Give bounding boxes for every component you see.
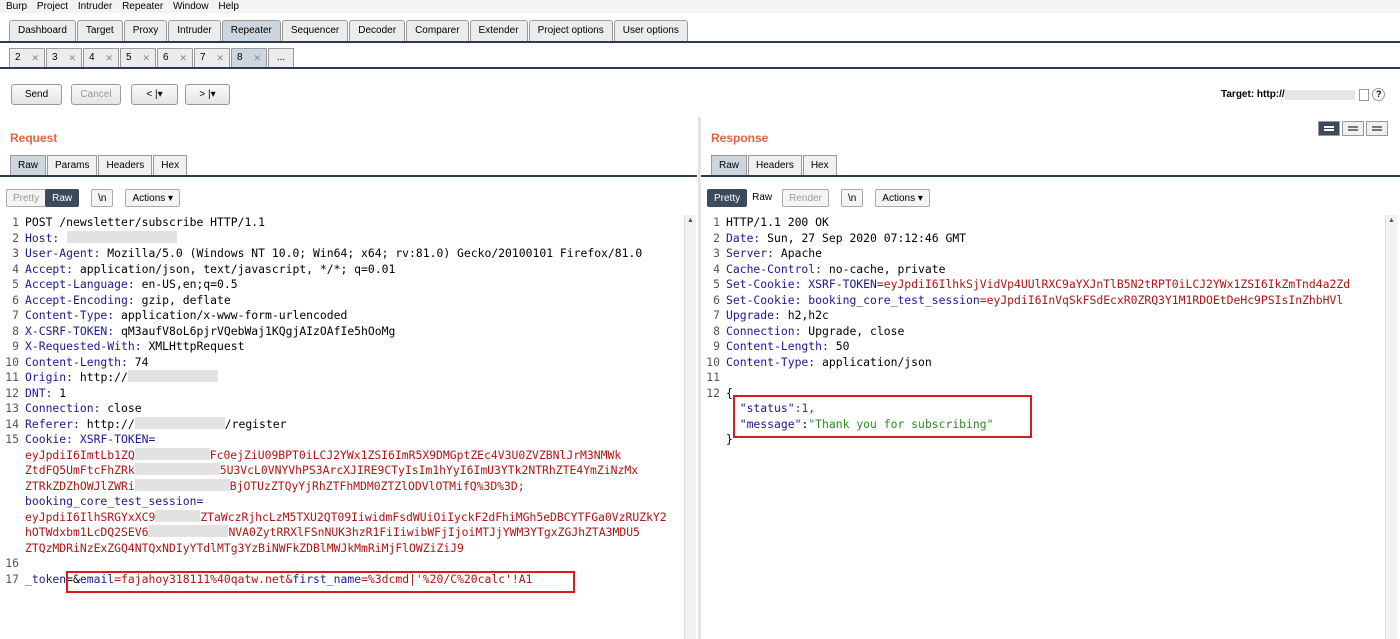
response-view-toolbar: Pretty Raw Render \n Actions ▾: [707, 189, 934, 207]
redacted-token: [148, 525, 229, 537]
redacted-host: [134, 416, 225, 429]
repeater-tabs: 2 ✕ 3 ✕ 4 ✕ 5 ✕ 6 ✕ 7 ✕ 8 ✕ ...: [9, 48, 295, 67]
tab-extender[interactable]: Extender: [469, 20, 528, 41]
menu-help[interactable]: Help: [218, 1, 239, 12]
request-tab-hex[interactable]: Hex: [153, 155, 188, 175]
request-title: Request: [10, 131, 58, 145]
request-pretty-button[interactable]: Pretty: [6, 189, 47, 207]
close-icon[interactable]: ✕: [142, 49, 150, 67]
request-tab-headers[interactable]: Headers: [98, 155, 153, 175]
menu-burp[interactable]: Burp: [6, 1, 27, 12]
repeater-tab[interactable]: 5 ✕: [120, 48, 156, 67]
response-tab-raw[interactable]: Raw: [711, 155, 748, 175]
close-icon[interactable]: ✕: [179, 49, 187, 67]
layout-toggle: [1316, 121, 1388, 136]
redacted-token: [134, 463, 220, 475]
close-icon[interactable]: ✕: [105, 49, 113, 67]
cancel-button[interactable]: Cancel: [71, 84, 121, 105]
close-icon[interactable]: ✕: [216, 49, 224, 67]
tab-repeater[interactable]: Repeater: [221, 20, 281, 41]
request-actions-button[interactable]: Actions ▾: [125, 189, 181, 207]
request-view-toolbar: Pretty Raw \n Actions ▾: [6, 189, 184, 207]
repeater-tab-active[interactable]: 8 ✕: [231, 48, 267, 67]
tab-intruder[interactable]: Intruder: [168, 20, 221, 41]
tab-dashboard[interactable]: Dashboard: [9, 20, 76, 41]
scroll-up-icon[interactable]: ▲: [685, 215, 696, 227]
redacted-host: [67, 230, 178, 243]
repeater-tab[interactable]: 7 ✕: [194, 48, 230, 67]
repeater-tab-more[interactable]: ...: [268, 48, 294, 67]
redacted-token: [134, 447, 210, 460]
redacted-host: [127, 370, 218, 382]
request-raw-button[interactable]: Raw: [45, 189, 80, 207]
menu-window[interactable]: Window: [173, 1, 209, 12]
edit-icon[interactable]: [1359, 88, 1370, 101]
request-tab-raw[interactable]: Raw: [10, 155, 47, 175]
send-button[interactable]: Send: [11, 84, 62, 105]
pane-divider[interactable]: [698, 117, 701, 639]
target-label[interactable]: Target: http:// ?: [1221, 88, 1386, 101]
tab-proxy[interactable]: Proxy: [123, 20, 168, 41]
tab-sequencer[interactable]: Sequencer: [281, 20, 349, 41]
forward-button[interactable]: > |▾: [185, 84, 230, 105]
layout-horizontal-icon[interactable]: [1342, 121, 1364, 136]
close-icon[interactable]: ✕: [68, 49, 76, 67]
layout-tabs-icon[interactable]: [1366, 121, 1388, 136]
target-host-redacted: [1284, 89, 1355, 100]
request-tabs: Raw Params Headers Hex: [10, 155, 188, 175]
response-newline-button[interactable]: \n: [840, 189, 864, 207]
repeater-tab[interactable]: 3 ✕: [46, 48, 82, 67]
menubar: Burp Project Intruder Repeater Window He…: [0, 0, 1400, 13]
tab-target[interactable]: Target: [76, 20, 123, 41]
response-tabs: Raw Headers Hex: [711, 155, 838, 175]
repeater-tab[interactable]: 2 ✕: [9, 48, 45, 67]
request-tabs-underline: [0, 175, 697, 177]
menu-project[interactable]: Project: [37, 1, 68, 12]
tab-comparer[interactable]: Comparer: [406, 20, 469, 41]
request-tab-params[interactable]: Params: [47, 155, 98, 175]
repeater-tabs-underline: [0, 67, 1400, 69]
response-scrollbar[interactable]: ▲: [1385, 215, 1397, 639]
tab-user-options[interactable]: User options: [613, 20, 688, 41]
response-actions-button[interactable]: Actions ▾: [875, 189, 930, 207]
back-button[interactable]: < |▾: [131, 84, 178, 105]
main-tabs-underline: [0, 41, 1400, 43]
close-icon[interactable]: ✕: [253, 49, 261, 67]
response-render-button[interactable]: Render: [782, 189, 829, 207]
request-newline-button[interactable]: \n: [91, 189, 114, 207]
tab-decoder[interactable]: Decoder: [349, 20, 406, 41]
tab-project-options[interactable]: Project options: [528, 20, 613, 41]
menu-repeater[interactable]: Repeater: [122, 1, 163, 12]
response-title: Response: [711, 131, 769, 145]
redacted-token: [134, 478, 230, 491]
request-scrollbar[interactable]: ▲: [684, 215, 696, 639]
redacted-token: [155, 509, 201, 522]
response-pretty-button[interactable]: Pretty: [707, 189, 748, 207]
response-tab-hex[interactable]: Hex: [802, 155, 837, 175]
menu-intruder[interactable]: Intruder: [78, 1, 112, 12]
response-tabs-underline: [701, 175, 1400, 177]
repeater-tab[interactable]: 4 ✕: [83, 48, 119, 67]
highlight-response-body: [733, 395, 1032, 438]
scroll-up-icon[interactable]: ▲: [1386, 215, 1397, 227]
help-icon[interactable]: ?: [1372, 88, 1386, 101]
response-tab-headers[interactable]: Headers: [748, 155, 802, 175]
close-icon[interactable]: ✕: [31, 49, 39, 67]
highlight-injected-payload: [66, 571, 575, 593]
layout-split-icon[interactable]: [1318, 121, 1340, 136]
repeater-tab[interactable]: 6 ✕: [157, 48, 193, 67]
response-raw-button[interactable]: Raw: [746, 189, 778, 207]
main-tabs: Dashboard Target Proxy Intruder Repeater…: [9, 20, 689, 42]
